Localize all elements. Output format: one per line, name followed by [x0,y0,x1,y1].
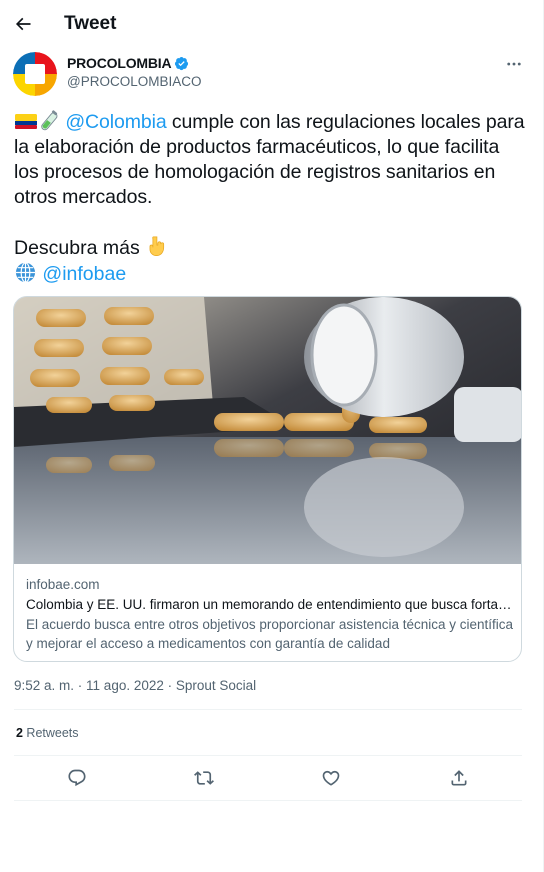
tweet-text-continued: Descubra más @infobae [14,235,167,287]
divider [14,755,522,756]
share-icon [451,770,467,786]
retweet-label: Retweets [22,726,79,740]
meta-separator: · [163,678,176,693]
descubra-text: Descubra más [14,237,140,259]
heart-icon [322,770,340,786]
like-button[interactable] [319,766,343,790]
reply-button[interactable] [65,766,89,790]
arrow-left-icon [15,17,31,31]
reply-icon [68,769,86,787]
meta-separator: · [74,678,87,693]
author-handle[interactable]: @PROCOLOMBIACO [67,74,201,89]
author-name: PROCOLOMBIA [67,55,172,71]
tweet-text: @Colombia cumple con las regulaciones lo… [14,110,529,210]
retweet-stats[interactable]: 2 Retweets [16,726,79,740]
tweet-time[interactable]: 9:52 a. m. [14,678,74,693]
tweet-source[interactable]: Sprout Social [176,678,256,693]
retweet-icon [194,771,214,785]
avatar[interactable] [13,52,57,96]
verified-badge-icon [175,56,189,70]
card-image [14,297,521,564]
descubra-line: Descubra más [14,235,167,261]
colombia-flag-icon [15,114,37,129]
mention-colombia-link[interactable]: @Colombia [65,111,166,133]
card-description: El acuerdo busca entre otros objetivos p… [26,617,514,651]
card-title: Colombia y EE. UU. firmaron un memorando… [26,597,514,612]
tweet-meta: 9:52 a. m. · 11 ago. 2022 · Sprout Socia… [14,678,256,693]
divider [14,709,522,710]
globe-icon [15,262,36,283]
retweet-button[interactable] [192,766,216,790]
infobae-line: @infobae [14,261,167,287]
page-header: Tweet [0,0,543,50]
divider [14,800,522,801]
author-name-row[interactable]: PROCOLOMBIA [67,55,189,71]
test-tube-icon [41,110,58,131]
tweet-detail-page: Tweet PROCOLOMBIA @PROCOLOMBIACO @Colomb… [0,0,544,872]
card-domain: infobae.com [26,577,100,592]
more-button[interactable] [502,54,526,74]
more-icon [507,62,521,66]
tweet-date[interactable]: 11 ago. 2022 [86,678,164,693]
retweet-count: 2 [16,726,23,740]
back-button[interactable] [8,9,38,39]
pointing-down-icon [149,236,165,256]
page-title: Tweet [64,13,117,34]
link-preview-card[interactable]: infobae.com Colombia y EE. UU. firmaron … [13,296,522,662]
share-button[interactable] [447,766,471,790]
mention-infobae-link[interactable]: @infobae [42,263,126,285]
